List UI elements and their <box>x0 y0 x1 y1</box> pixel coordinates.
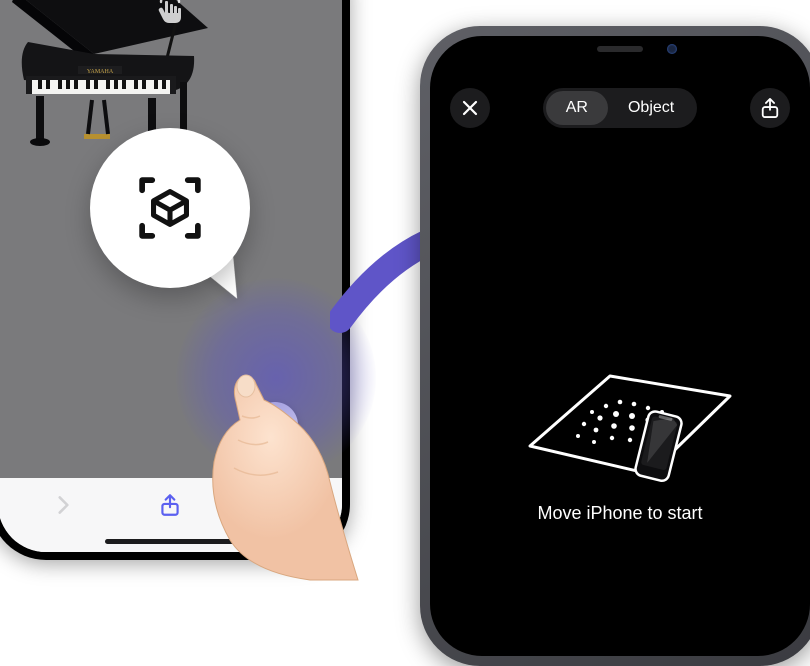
back-button[interactable] <box>44 486 82 524</box>
phone-right-screen: AR Object <box>430 36 810 656</box>
close-button[interactable] <box>450 88 490 128</box>
chevron-right-icon <box>50 492 76 518</box>
close-icon <box>461 99 479 117</box>
phone-right: AR Object <box>420 26 810 666</box>
touch-gesture-icon <box>149 0 191 30</box>
notch <box>535 36 705 64</box>
mode-segmented-control[interactable]: AR Object <box>543 88 697 128</box>
ar-view-button[interactable] <box>252 402 298 448</box>
tabs-icon <box>264 492 290 518</box>
segment-ar-label: AR <box>566 99 588 117</box>
ar-instruction-text: Move iPhone to start <box>430 503 810 524</box>
tabs-button[interactable] <box>258 486 296 524</box>
ar-scan-illustration <box>500 356 740 486</box>
ar-callout <box>90 128 250 288</box>
speaker-grille <box>597 46 643 52</box>
arkit-icon <box>262 412 288 438</box>
segment-object[interactable]: Object <box>608 91 694 125</box>
share-icon <box>760 97 780 119</box>
svg-text:YAMAHA: YAMAHA <box>87 69 114 75</box>
share-button[interactable] <box>151 486 189 524</box>
ar-topbar: AR Object <box>430 88 810 128</box>
share-icon <box>157 492 183 518</box>
share-button[interactable] <box>750 88 790 128</box>
segment-ar[interactable]: AR <box>546 91 608 125</box>
arkit-icon <box>132 170 208 246</box>
front-camera <box>667 44 677 54</box>
segment-object-label: Object <box>628 99 674 117</box>
